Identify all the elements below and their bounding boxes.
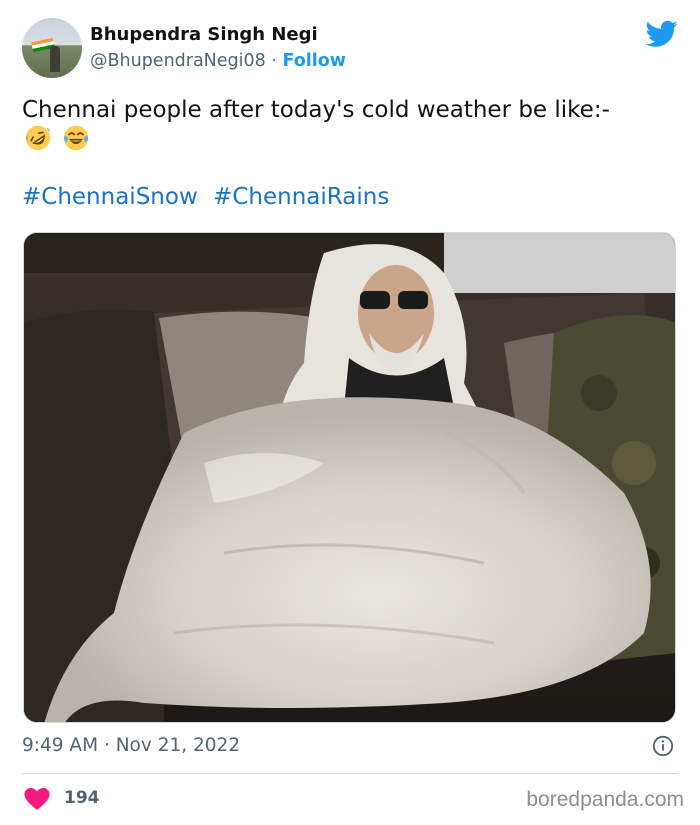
like-count: 194 — [64, 788, 100, 808]
tweet-text: Chennai people after today's cold weathe… — [22, 97, 610, 123]
tweet-timestamp[interactable]: 9:49 AM · Nov 21, 2022 — [22, 735, 240, 756]
heart-icon[interactable] — [24, 788, 50, 810]
twitter-bird-icon[interactable] — [646, 20, 678, 48]
tweet-header: Bhupendra Singh Negi @BhupendraNegi08 · … — [22, 18, 678, 82]
hashtag-link-chennairains[interactable]: #ChennaiRains — [213, 184, 389, 210]
hashtag-row: #ChennaiSnow #ChennaiRains — [22, 184, 397, 210]
photo-illustration — [24, 233, 675, 722]
tweet-time: 9:49 AM — [22, 735, 99, 756]
divider — [22, 773, 678, 774]
author-handle-line: @BhupendraNegi08 · Follow — [90, 51, 346, 71]
face-with-tears-of-joy-emoji — [63, 125, 89, 151]
follow-button[interactable]: Follow — [283, 51, 346, 71]
tweet-media-image[interactable] — [23, 232, 676, 723]
author-name[interactable]: Bhupendra Singh Negi — [90, 24, 318, 45]
info-icon[interactable] — [652, 735, 674, 757]
avatar[interactable] — [22, 18, 82, 78]
timestamp-separator: · — [103, 735, 110, 756]
author-handle[interactable]: @BhupendraNegi08 — [90, 51, 266, 71]
emoji-row — [24, 124, 95, 156]
boredpanda-watermark: boredpanda.com — [526, 788, 684, 811]
tweet-date: Nov 21, 2022 — [115, 735, 241, 756]
handle-separator: · — [271, 51, 277, 71]
rolling-on-floor-laughing-emoji — [25, 125, 51, 151]
hashtag-link-chennaisnow[interactable]: #ChennaiSnow — [22, 184, 198, 210]
avatar-person — [50, 46, 60, 72]
